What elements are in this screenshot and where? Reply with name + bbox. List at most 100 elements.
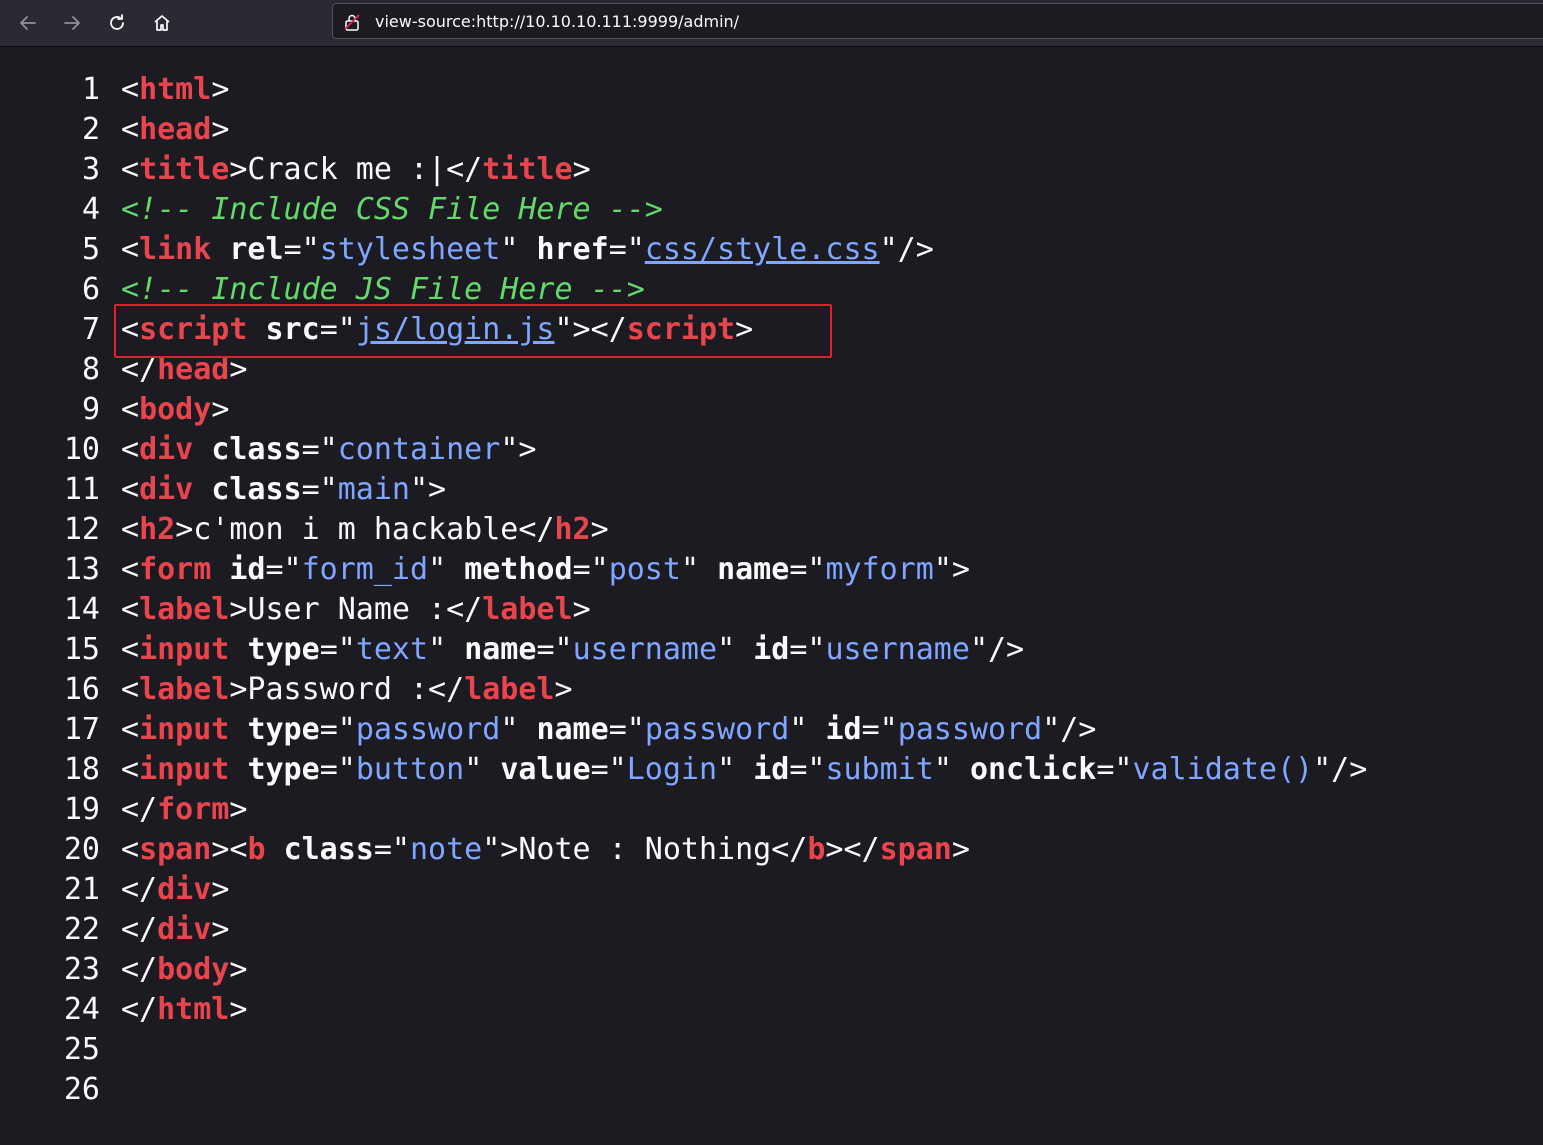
insecure-lock-icon [344, 14, 360, 31]
line-code: <span><b class="note">Note : Nothing</b>… [121, 830, 970, 870]
punct: > [211, 112, 230, 147]
line-code: <body> [121, 390, 229, 430]
punct [211, 552, 229, 587]
tag-name: div [139, 432, 194, 467]
punct: > [572, 592, 591, 627]
attr-name: id [753, 752, 790, 787]
url-bar[interactable]: view-source:http://10.10.10.111:9999/adm… [332, 3, 1543, 39]
line-code: <html> [121, 70, 229, 110]
source-line: 9 <body> [0, 390, 1543, 430]
punct: =" [789, 632, 826, 667]
attr-name: class [211, 472, 302, 507]
attr-value: main [337, 472, 410, 507]
punct: "/> [969, 632, 1025, 667]
line-number: 12 [63, 512, 100, 547]
punct: =" [265, 552, 302, 587]
line-number: 13 [63, 552, 100, 587]
source-line: 18 <input type="button" value="Login" id=… [0, 750, 1543, 790]
back-button[interactable] [14, 9, 42, 37]
attr-name: name [536, 712, 609, 747]
punct: < [121, 632, 140, 667]
attr-value: username [825, 632, 970, 667]
attr-value: validate() [1132, 752, 1314, 787]
punct: </ [121, 912, 158, 947]
forward-button[interactable] [58, 9, 86, 37]
reload-button[interactable] [103, 9, 131, 37]
line-code: <input type="password" name="password" i… [121, 710, 1096, 750]
line-number: 26 [63, 1072, 100, 1107]
attr-name: rel [229, 232, 284, 267]
punct: =" [861, 712, 898, 747]
attr-value: post [608, 552, 681, 587]
attr-value: password [644, 712, 790, 747]
punct: < [121, 72, 140, 107]
home-button[interactable] [148, 9, 176, 37]
attr-value: note [410, 832, 483, 867]
attr-name: onclick [969, 752, 1097, 787]
punct: >Password :</ [229, 672, 465, 707]
punct: "> [500, 432, 537, 467]
line-code: <h2>c'mon i m hackable</h2> [121, 510, 609, 550]
punct: < [121, 392, 140, 427]
tag-name: label [482, 592, 573, 627]
attr-value: stylesheet [319, 232, 501, 267]
url-text: view-source:http://10.10.10.111:9999/adm… [375, 12, 740, 31]
punct: </ [121, 872, 158, 907]
line-code: <input type="text" name="username" id="u… [121, 630, 1024, 670]
tag-name: div [157, 872, 212, 907]
tag-name: form [157, 792, 230, 827]
punct: </ [121, 792, 158, 827]
punct [266, 832, 284, 867]
source-link[interactable]: css/style.css [645, 232, 880, 267]
punct: " [680, 552, 718, 587]
punct: =" [283, 232, 320, 267]
line-number: 3 [81, 152, 100, 187]
line-number: 14 [63, 592, 100, 627]
line-code: <form id="form_id" method="post" name="m… [121, 550, 970, 590]
source-line: 26 [0, 1070, 1543, 1110]
tag-name: head [139, 112, 212, 147]
punct: "> [933, 552, 970, 587]
source-line: 22 </div> [0, 910, 1543, 950]
punct: < [121, 432, 140, 467]
punct: " [933, 752, 970, 787]
attr-name: name [464, 632, 537, 667]
punct: =" [608, 712, 645, 747]
attr-name: id [229, 552, 266, 587]
punct [229, 712, 247, 747]
attr-value: myform [825, 552, 934, 587]
line-number: 22 [63, 912, 100, 947]
punct: < [121, 112, 140, 147]
punct: < [121, 552, 140, 587]
punct: > [211, 912, 230, 947]
line-number: 9 [81, 392, 100, 427]
punct: > [951, 832, 970, 867]
attr-value: form_id [301, 552, 429, 587]
line-number: 20 [63, 832, 100, 867]
tag-name: form [139, 552, 212, 587]
tag-name: link [139, 232, 212, 267]
punct [193, 472, 211, 507]
line-number: 21 [63, 872, 100, 907]
punct: " [500, 712, 537, 747]
line-number: 10 [63, 432, 100, 467]
punct: > [572, 152, 591, 187]
source-line: 12 <h2>c'mon i m hackable</h2> [0, 510, 1543, 550]
line-code: <head> [121, 110, 229, 150]
highlight-annotation-box [114, 304, 832, 358]
home-icon [154, 15, 170, 31]
punct: " [500, 232, 537, 267]
attr-name: id [753, 632, 790, 667]
punct: < [121, 472, 140, 507]
tag-name: html [139, 72, 212, 107]
source-line: 25 [0, 1030, 1543, 1070]
punct: =" [1096, 752, 1133, 787]
attr-value: password [897, 712, 1043, 747]
tag-name: label [139, 592, 230, 627]
punct: "/> [1313, 752, 1368, 787]
punct: =" [319, 632, 356, 667]
punct: > [211, 392, 230, 427]
line-number: 6 [81, 272, 100, 307]
reload-icon [110, 14, 124, 30]
line-code: <!-- Include CSS File Here --> [121, 190, 663, 230]
